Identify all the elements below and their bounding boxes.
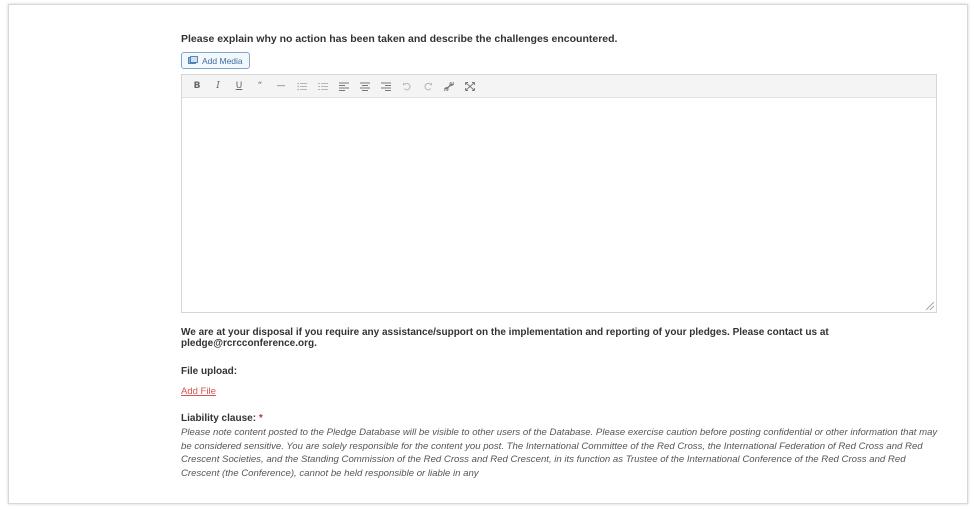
underline-button[interactable]: U (232, 79, 246, 93)
bold-button[interactable]: B (190, 79, 204, 93)
align-left-icon[interactable] (337, 79, 351, 93)
align-right-icon[interactable] (379, 79, 393, 93)
link-icon[interactable] (442, 79, 456, 93)
media-icon (188, 56, 198, 65)
support-notice: We are at your disposal if you require a… (181, 327, 829, 349)
undo-icon[interactable] (400, 79, 414, 93)
blockquote-button[interactable]: “ (253, 79, 267, 93)
editor-toolbar: B I U “ — (182, 75, 936, 98)
fullscreen-icon[interactable] (463, 79, 477, 93)
redo-icon[interactable] (421, 79, 435, 93)
align-center-icon[interactable] (358, 79, 372, 93)
horizontal-rule-button[interactable]: — (274, 79, 288, 93)
liability-text: Please note content posted to the Pledge… (181, 427, 938, 479)
resize-handle-icon[interactable] (926, 302, 934, 310)
form-panel: Please explain why no action has been ta… (8, 4, 968, 504)
italic-button[interactable]: I (211, 79, 225, 93)
editor-textarea[interactable] (182, 98, 936, 312)
add-file-link[interactable]: Add File (181, 386, 216, 397)
form-content: Please explain why no action has been ta… (181, 33, 939, 480)
add-media-button[interactable]: Add Media (181, 52, 250, 69)
file-upload-label: File upload: (181, 366, 238, 377)
numbered-list-icon[interactable] (316, 79, 330, 93)
bullet-list-icon[interactable] (295, 79, 309, 93)
required-mark: * (258, 413, 263, 424)
question-label: Please explain why no action has been ta… (181, 33, 618, 45)
liability-label: Liability clause: * (181, 413, 939, 424)
add-media-label: Add Media (202, 55, 243, 66)
liability-label-text: Liability clause: (181, 413, 259, 424)
rich-text-editor: B I U “ — (181, 74, 937, 313)
